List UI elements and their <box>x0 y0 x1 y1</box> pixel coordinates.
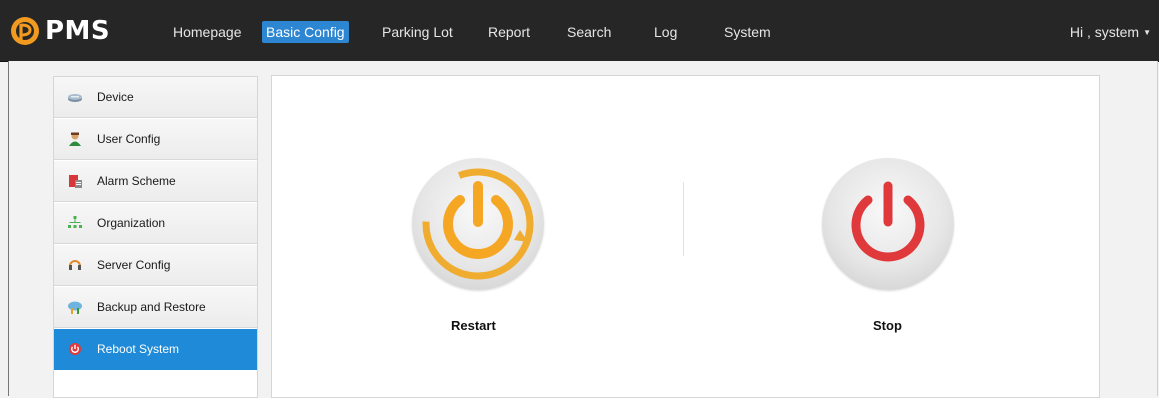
app-logo[interactable]: PMS <box>10 14 110 48</box>
nav-log[interactable]: Log <box>650 21 681 43</box>
nav-homepage[interactable]: Homepage <box>169 21 246 43</box>
stop-label: Stop <box>873 318 902 333</box>
top-navigation-bar: PMS Homepage Basic Config Parking Lot Re… <box>0 0 1159 62</box>
organization-icon <box>67 215 83 231</box>
server-icon <box>67 257 83 273</box>
sidebar-item-label: Server Config <box>97 258 171 272</box>
sidebar-item-user-config[interactable]: User Config <box>54 119 257 160</box>
restart-icon <box>422 168 534 280</box>
nav-parking-lot[interactable]: Parking Lot <box>378 21 457 43</box>
sidebar-item-label: Organization <box>97 216 166 230</box>
sidebar-item-reboot-system[interactable]: Reboot System <box>54 329 257 370</box>
pms-logo-icon <box>11 17 39 45</box>
restart-label: Restart <box>451 318 496 333</box>
power-icon <box>67 341 83 357</box>
alarm-icon <box>67 173 83 189</box>
sidebar-item-organization[interactable]: Organization <box>54 203 257 244</box>
backup-icon <box>67 299 83 315</box>
user-menu[interactable]: Hi , system ▼ <box>1070 21 1151 43</box>
main-content-panel <box>271 75 1100 398</box>
nav-report[interactable]: Report <box>484 21 534 43</box>
caret-down-icon: ▼ <box>1143 28 1151 38</box>
divider <box>683 182 684 256</box>
sidebar-item-label: Device <box>97 90 134 104</box>
sidebar: Device User Config Alarm Scheme Organiza… <box>53 76 258 398</box>
app-logo-text: PMS <box>45 16 111 46</box>
sidebar-item-alarm-scheme[interactable]: Alarm Scheme <box>54 161 257 202</box>
stop-icon <box>851 181 925 262</box>
sidebar-item-backup-restore[interactable]: Backup and Restore <box>54 287 257 328</box>
nav-search[interactable]: Search <box>563 21 615 43</box>
stop-button[interactable] <box>822 158 954 290</box>
user-greeting: Hi , system <box>1069 24 1140 40</box>
user-icon <box>67 131 83 147</box>
restart-button[interactable] <box>412 158 544 290</box>
sidebar-item-device[interactable]: Device <box>54 77 257 118</box>
sidebar-item-label: User Config <box>97 132 161 146</box>
nav-system[interactable]: System <box>720 21 775 43</box>
device-icon <box>67 89 83 105</box>
sidebar-item-label: Alarm Scheme <box>97 174 176 188</box>
sidebar-item-label: Backup and Restore <box>97 300 206 314</box>
sidebar-item-server-config[interactable]: Server Config <box>54 245 257 286</box>
sidebar-item-label: Reboot System <box>97 342 180 356</box>
nav-basic-config[interactable]: Basic Config <box>262 21 349 43</box>
